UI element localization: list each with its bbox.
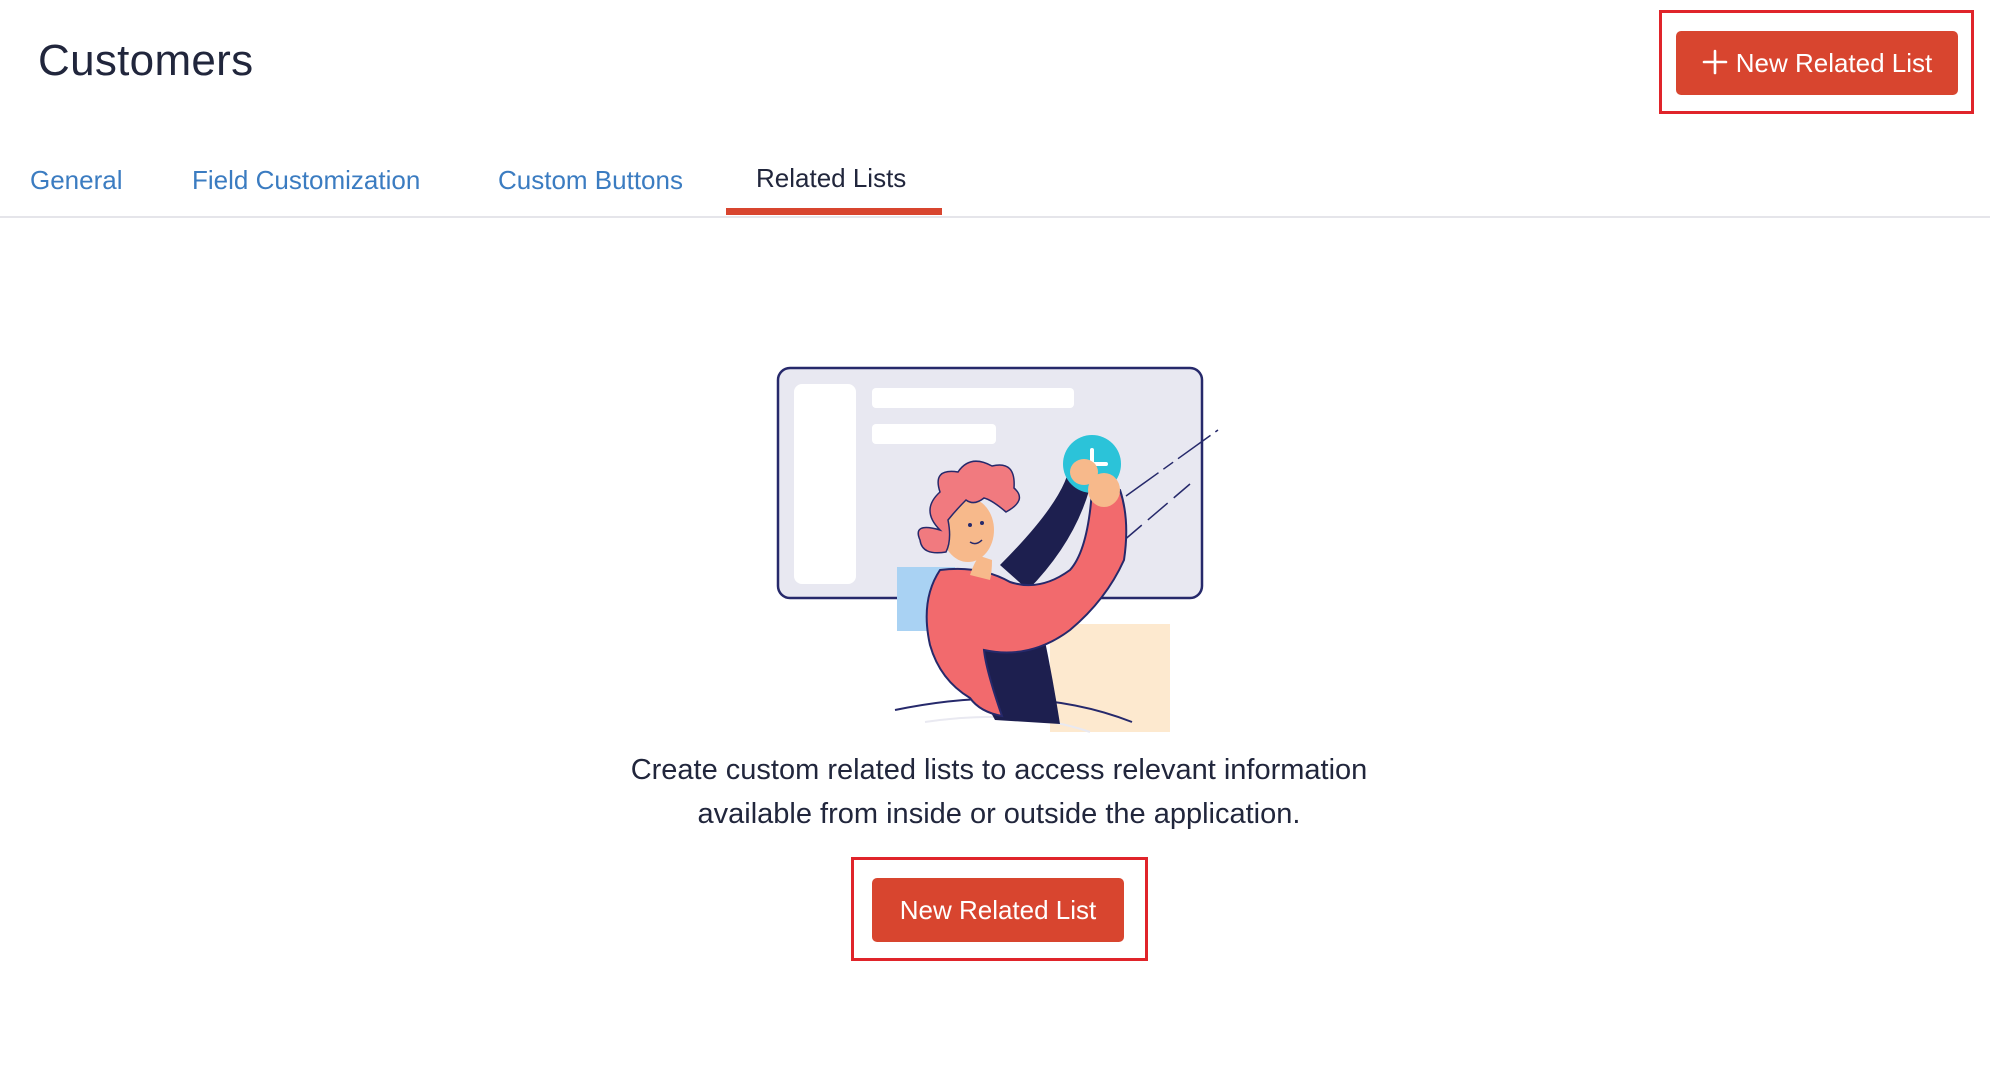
empty-state-description: Create custom related lists to access re… <box>445 748 1553 836</box>
empty-state-button-label: New Related List <box>899 894 1097 925</box>
empty-state-line-2: available from inside or outside the app… <box>697 798 1301 830</box>
tab-field-customization[interactable]: Field Customization <box>192 162 420 218</box>
new-related-list-button[interactable]: New Related List <box>1676 31 1958 95</box>
new-related-list-label: New Related List <box>1735 47 1933 78</box>
empty-state-line-1: Create custom related lists to access re… <box>630 754 1368 786</box>
tab-bar: General Field Customization Custom Butto… <box>0 150 1990 218</box>
tab-general[interactable]: General <box>30 162 123 218</box>
empty-state-illustration <box>770 360 1230 740</box>
page-title: Customers <box>38 36 254 85</box>
tab-custom-buttons[interactable]: Custom Buttons <box>498 162 683 218</box>
active-tab-indicator <box>726 208 942 215</box>
plus-icon <box>1702 49 1728 75</box>
empty-state-new-related-list-button[interactable]: New Related List <box>872 878 1124 942</box>
